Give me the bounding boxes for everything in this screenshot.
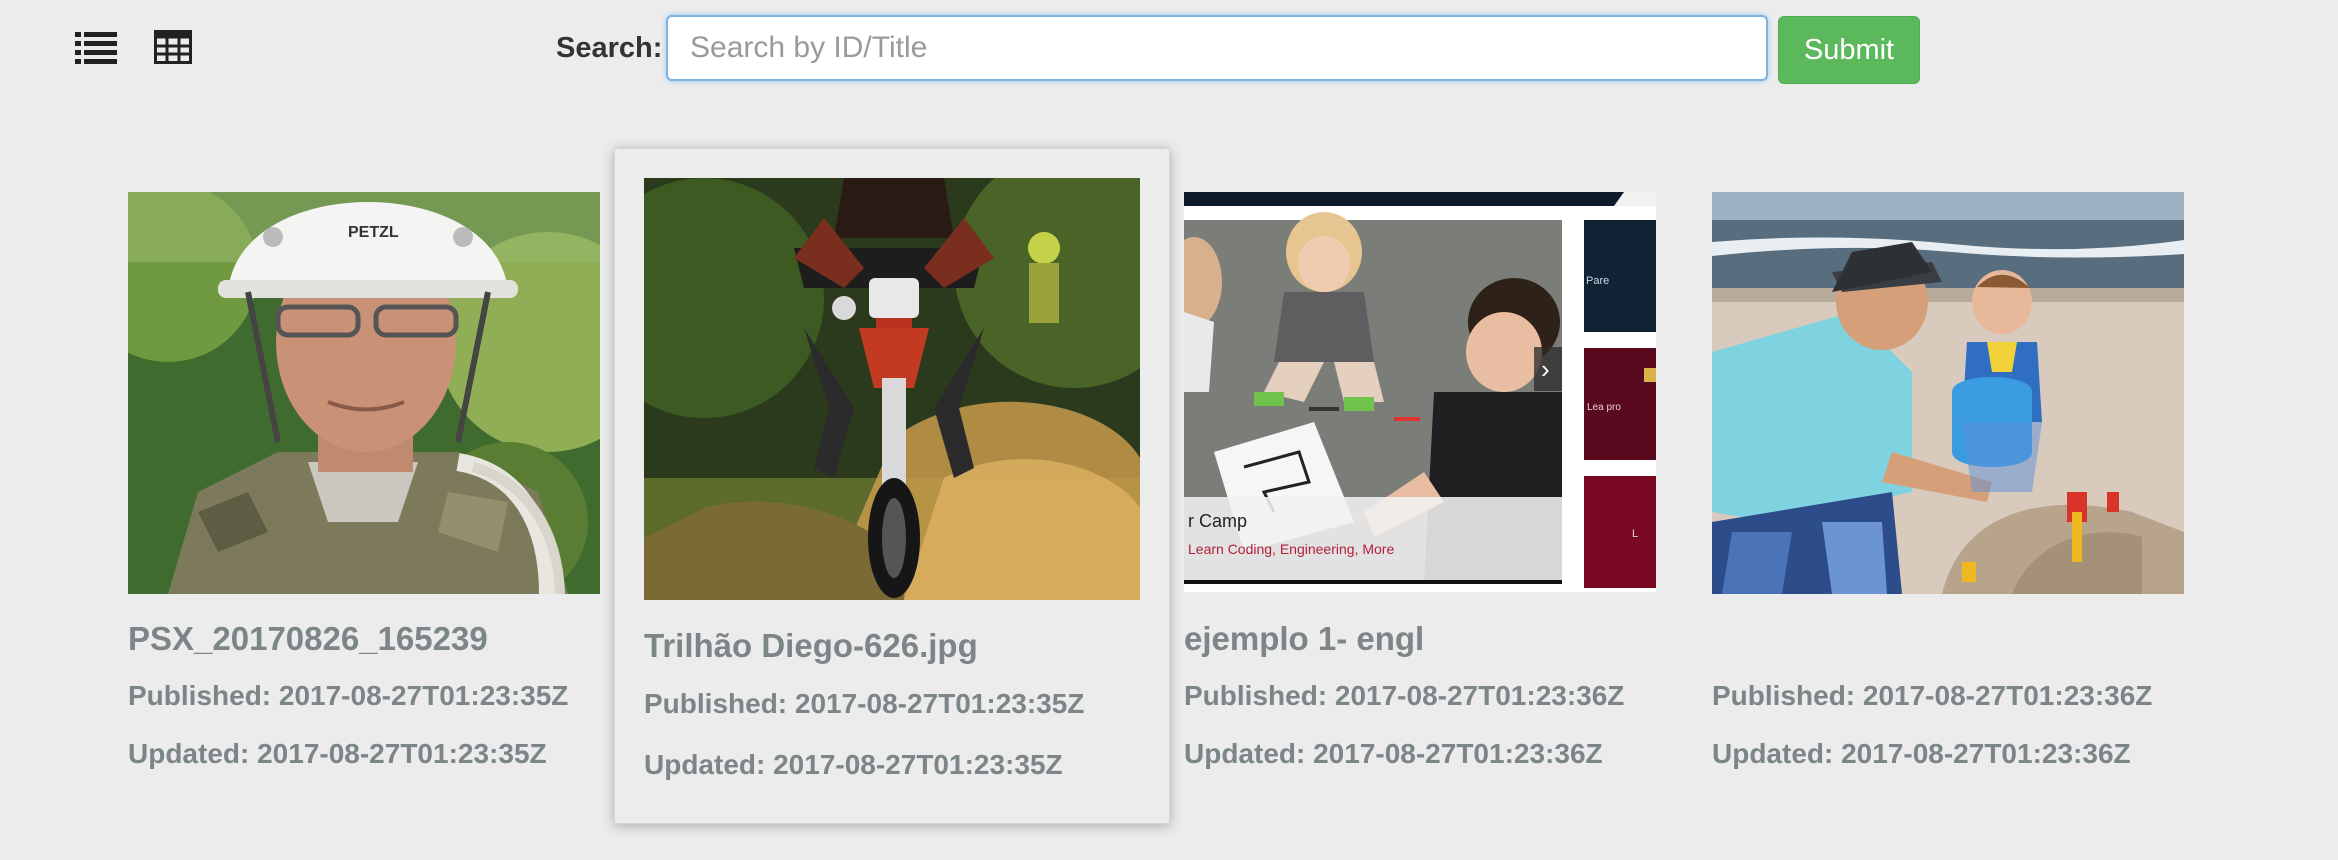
soldier-portrait-image: PETZL	[128, 192, 600, 594]
grid-view-icon	[154, 30, 192, 64]
card-published: Published: 2017-08-27T01:23:36Z	[1184, 680, 1625, 711]
side-tile-text: Lea pro	[1587, 402, 1621, 413]
submit-button[interactable]: Submit	[1778, 16, 1920, 84]
card-updated: Updated: 2017-08-27T01:23:35Z	[128, 738, 547, 769]
card-thumbnail[interactable]: PETZL	[128, 192, 600, 594]
slider-next-icon[interactable]: ›	[1541, 354, 1550, 384]
card-thumbnail[interactable]	[1712, 192, 2184, 594]
card-updated: Updated: 2017-08-27T01:23:35Z	[644, 749, 1063, 780]
card-updated: Updated: 2017-08-27T01:23:36Z	[1712, 738, 2131, 769]
helmet-logo-text: PETZL	[348, 224, 399, 241]
media-card-active[interactable]: Trilhão Diego-626.jpg Published: 2017-08…	[614, 148, 1170, 824]
card-title[interactable]: ejemplo 1- engl	[1184, 620, 1424, 658]
motocross-image	[644, 178, 1140, 600]
card-thumbnail[interactable]: r Camp Learn Coding, Engineering, More ›…	[1184, 192, 1656, 592]
card-published: Published: 2017-08-27T01:23:36Z	[1712, 680, 2153, 711]
beach-family-image	[1712, 192, 2184, 594]
side-tile-text: L	[1632, 528, 1638, 540]
grid-view-button[interactable]	[154, 30, 196, 66]
card-published: Published: 2017-08-27T01:23:35Z	[128, 680, 569, 711]
list-view-icon	[75, 32, 117, 64]
card-title[interactable]: PSX_20170826_165239	[128, 620, 488, 658]
slide-title: r Camp	[1188, 511, 1247, 531]
search-label: Search:	[556, 32, 663, 64]
card-title[interactable]: Trilhão Diego-626.jpg	[644, 627, 978, 665]
card-published: Published: 2017-08-27T01:23:35Z	[644, 688, 1085, 719]
slide-subtitle: Learn Coding, Engineering, More	[1188, 541, 1394, 557]
list-view-button[interactable]	[75, 30, 117, 66]
side-tile-text: Pare	[1586, 275, 1609, 287]
card-thumbnail[interactable]	[644, 178, 1140, 600]
card-updated: Updated: 2017-08-27T01:23:36Z	[1184, 738, 1603, 769]
website-screenshot-image: r Camp Learn Coding, Engineering, More ›…	[1184, 192, 1656, 592]
search-input[interactable]	[666, 15, 1768, 81]
